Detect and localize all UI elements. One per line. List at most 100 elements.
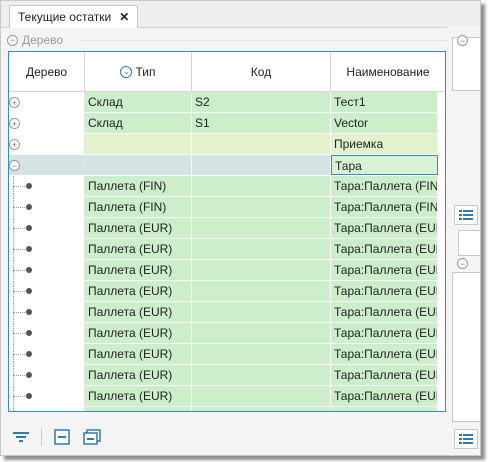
sort-icon[interactable]: ⌄	[120, 65, 133, 78]
tree-cell[interactable]	[9, 323, 85, 343]
name-cell[interactable]: Тара:Паллета (EUR)	[331, 386, 438, 406]
tree-cell[interactable]	[9, 365, 85, 385]
code-cell[interactable]	[192, 281, 331, 301]
name-cell[interactable]: Тара:Паллета (EUR)	[331, 323, 438, 343]
type-cell[interactable]: Паллета (EUR)	[85, 260, 192, 280]
tab-current-stock[interactable]: Текущие остатки ✕	[9, 5, 139, 28]
filter-icon[interactable]	[11, 427, 31, 447]
close-icon[interactable]: ✕	[119, 10, 129, 24]
code-cell[interactable]	[192, 218, 331, 238]
name-cell[interactable]: Тара:Паллета (EUR)	[331, 281, 438, 301]
name-cell[interactable]: Тара:Паллета (FIN)	[331, 176, 438, 196]
table-row[interactable]: Паллета (EUR) Тара:Паллета (EUR)	[9, 302, 445, 323]
table-row[interactable]: Паллета (EUR) Тара:Паллета (EUR)	[9, 407, 445, 411]
tree-cell[interactable]	[9, 239, 85, 259]
name-cell[interactable]: Тара:Паллета (EUR)	[331, 218, 438, 238]
type-cell[interactable]: Паллета (EUR)	[85, 323, 192, 343]
type-cell[interactable]: Паллета (EUR)	[85, 386, 192, 406]
code-cell[interactable]: S1	[192, 113, 331, 133]
table-row[interactable]: Паллета (EUR) Тара:Паллета (EUR)	[9, 218, 445, 239]
type-cell[interactable]: Паллета (EUR)	[85, 365, 192, 385]
tree-cell[interactable]: +	[9, 134, 85, 154]
tree-cell[interactable]	[9, 344, 85, 364]
table-row[interactable]: Паллета (EUR) Тара:Паллета (EUR)	[9, 386, 445, 407]
table-row[interactable]: Паллета (EUR) Тара:Паллета (EUR)	[9, 281, 445, 302]
tree-cell[interactable]	[9, 197, 85, 217]
tree-cell[interactable]	[9, 407, 85, 411]
tree-cell[interactable]	[9, 281, 85, 301]
collapse-group-icon[interactable]: −	[7, 34, 18, 46]
type-cell[interactable]: Паллета (EUR)	[85, 218, 192, 238]
table-row[interactable]: + Склад S2 Тест1	[9, 92, 445, 113]
name-cell[interactable]: Тара:Паллета (EUR)	[331, 260, 438, 280]
name-cell[interactable]: Тест1	[331, 92, 438, 112]
type-cell[interactable]: Склад	[85, 92, 192, 112]
collapse-all-icon[interactable]	[52, 427, 72, 447]
type-cell[interactable]: Паллета (EUR)	[85, 344, 192, 364]
tree-cell[interactable]: +	[9, 92, 85, 112]
code-cell[interactable]	[192, 134, 331, 154]
table-row[interactable]: Паллета (FIN) Тара:Паллета (FIN)	[9, 197, 445, 218]
type-cell[interactable]	[85, 134, 192, 154]
tree-cell[interactable]	[9, 386, 85, 406]
type-cell[interactable]	[85, 155, 192, 175]
table-row[interactable]: Паллета (EUR) Тара:Паллета (EUR)	[9, 239, 445, 260]
code-cell[interactable]	[192, 239, 331, 259]
table-row[interactable]: Паллета (EUR) Тара:Паллета (EUR)	[9, 344, 445, 365]
name-cell[interactable]: Тара:Паллета (EUR)	[331, 407, 438, 411]
table-row[interactable]: + Склад S1 Vector	[9, 113, 445, 134]
code-cell[interactable]	[192, 155, 331, 175]
name-cell[interactable]: Vector	[331, 113, 438, 133]
tree-group-header[interactable]: − Дерево	[7, 33, 63, 47]
type-cell[interactable]: Паллета (FIN)	[85, 197, 192, 217]
code-cell[interactable]	[192, 302, 331, 322]
tree-cell[interactable]	[9, 218, 85, 238]
code-cell[interactable]	[192, 176, 331, 196]
tree-cell[interactable]	[9, 260, 85, 280]
expand-icon[interactable]: +	[9, 118, 20, 129]
collapse-icon[interactable]: −	[9, 160, 20, 171]
name-cell[interactable]: Приемка	[331, 134, 438, 154]
name-cell[interactable]: Тара:Паллета (EUR)	[331, 302, 438, 322]
table-row[interactable]: Паллета (FIN) Тара:Паллета (FIN)	[9, 176, 445, 197]
table-row[interactable]: Паллета (EUR) Тара:Паллета (EUR)	[9, 323, 445, 344]
column-header-type[interactable]: ⌄ Тип	[85, 52, 192, 91]
list-view-icon[interactable]	[454, 205, 478, 225]
table-row[interactable]: Паллета (EUR) Тара:Паллета (EUR)	[9, 260, 445, 281]
tree-cell[interactable]: −	[9, 155, 85, 175]
code-cell[interactable]	[192, 365, 331, 385]
expand-icon[interactable]: +	[9, 97, 20, 108]
column-header-name[interactable]: Наименование	[331, 52, 445, 91]
type-cell[interactable]: Паллета (EUR)	[85, 281, 192, 301]
expand-icon[interactable]: +	[9, 139, 20, 150]
name-cell[interactable]: Тара:Паллета (EUR)	[331, 365, 438, 385]
code-cell[interactable]	[192, 323, 331, 343]
collapse-right-bottom-icon[interactable]: −	[457, 258, 468, 269]
code-cell[interactable]	[192, 344, 331, 364]
table-row[interactable]: Паллета (EUR) Тара:Паллета (EUR)	[9, 365, 445, 386]
right-panel-tab[interactable]	[458, 230, 480, 256]
name-cell[interactable]: Тара:Паллета (EUR)	[331, 344, 438, 364]
type-cell[interactable]: Паллета (EUR)	[85, 407, 192, 411]
type-cell[interactable]: Паллета (EUR)	[85, 239, 192, 259]
type-cell[interactable]: Склад	[85, 113, 192, 133]
list-view-icon-bottom[interactable]	[454, 429, 478, 449]
table-row[interactable]: + Приемка	[9, 134, 445, 155]
tree-grid[interactable]: Дерево ⌄ Тип Код Наименование + Склад S2 Те…	[8, 51, 446, 412]
type-cell[interactable]: Паллета (EUR)	[85, 302, 192, 322]
code-cell[interactable]	[192, 260, 331, 280]
type-cell[interactable]: Паллета (FIN)	[85, 176, 192, 196]
code-cell[interactable]: S2	[192, 92, 331, 112]
code-cell[interactable]	[192, 197, 331, 217]
code-cell[interactable]	[192, 407, 331, 411]
name-cell[interactable]: Тара:Паллета (EUR)	[331, 239, 438, 259]
code-cell[interactable]	[192, 386, 331, 406]
tree-cell[interactable]: +	[9, 113, 85, 133]
column-header-code[interactable]: Код	[192, 52, 331, 91]
column-header-tree[interactable]: Дерево	[9, 52, 85, 91]
tree-cell[interactable]	[9, 176, 85, 196]
table-row[interactable]: − Тара	[9, 155, 445, 176]
expand-all-icon[interactable]	[82, 427, 102, 447]
name-cell[interactable]: Тара:Паллета (FIN)	[331, 197, 438, 217]
name-cell[interactable]: Тара	[331, 155, 438, 175]
